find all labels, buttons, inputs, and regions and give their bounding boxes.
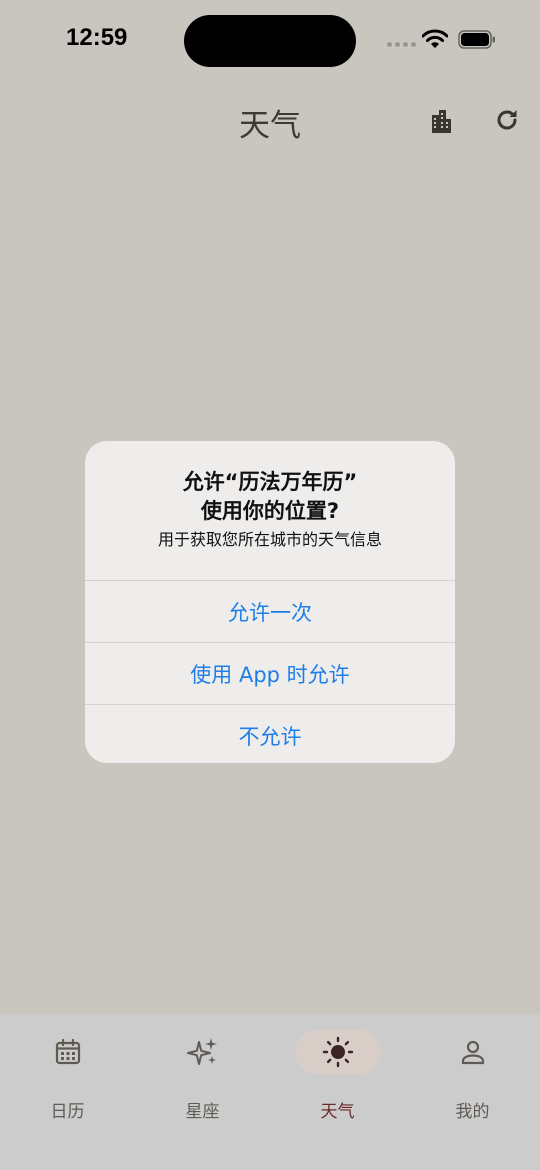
dont-allow-button[interactable]: 不允许 (85, 704, 455, 763)
status-time: 12:59 (66, 24, 128, 51)
tab-label-calendar: 日历 (50, 1102, 85, 1122)
refresh-icon (497, 110, 517, 130)
location-permission-alert: 允许“历法万年历” 使用你的位置? 用于获取您所在城市的天气信息 允许一次 使用… (85, 441, 455, 763)
status-bar: 12:59 (0, 0, 540, 80)
alert-message: 用于获取您所在城市的天气信息 (157, 530, 382, 549)
city-buildings-icon (432, 110, 451, 133)
page-title: 天气 (239, 108, 301, 144)
city-select-button[interactable] (423, 102, 459, 138)
allow-while-using-button[interactable]: 使用 App 时允许 (85, 642, 455, 704)
sparkles-icon (186, 1038, 217, 1065)
tab-label-profile: 我的 (455, 1102, 490, 1122)
alert-body: 允许“历法万年历” 使用你的位置? 用于获取您所在城市的天气信息 (85, 441, 455, 580)
cellular-signal-icon (387, 42, 416, 47)
tab-profile[interactable]: 我的 (405, 1030, 540, 1130)
tab-bar: 日历 星座 天气 我的 (0, 1014, 540, 1170)
tab-calendar[interactable]: 日历 (0, 1030, 135, 1130)
calendar-icon (55, 1038, 80, 1065)
tab-horoscope[interactable]: 星座 (135, 1030, 270, 1130)
dynamic-island (184, 15, 356, 67)
alert-title-line2: 使用你的位置? (200, 499, 340, 523)
wifi-icon (422, 29, 448, 48)
refresh-button[interactable] (489, 102, 525, 138)
battery-icon (458, 30, 495, 49)
header: 天气 (0, 90, 540, 150)
alert-title-line1: 允许“历法万年历” (182, 470, 358, 494)
person-icon (461, 1040, 484, 1065)
sun-icon (322, 1036, 353, 1068)
tab-weather[interactable]: 天气 (270, 1030, 405, 1130)
allow-once-button[interactable]: 允许一次 (85, 580, 455, 642)
tab-label-horoscope: 星座 (185, 1102, 220, 1122)
tab-label-weather: 天气 (320, 1102, 355, 1122)
